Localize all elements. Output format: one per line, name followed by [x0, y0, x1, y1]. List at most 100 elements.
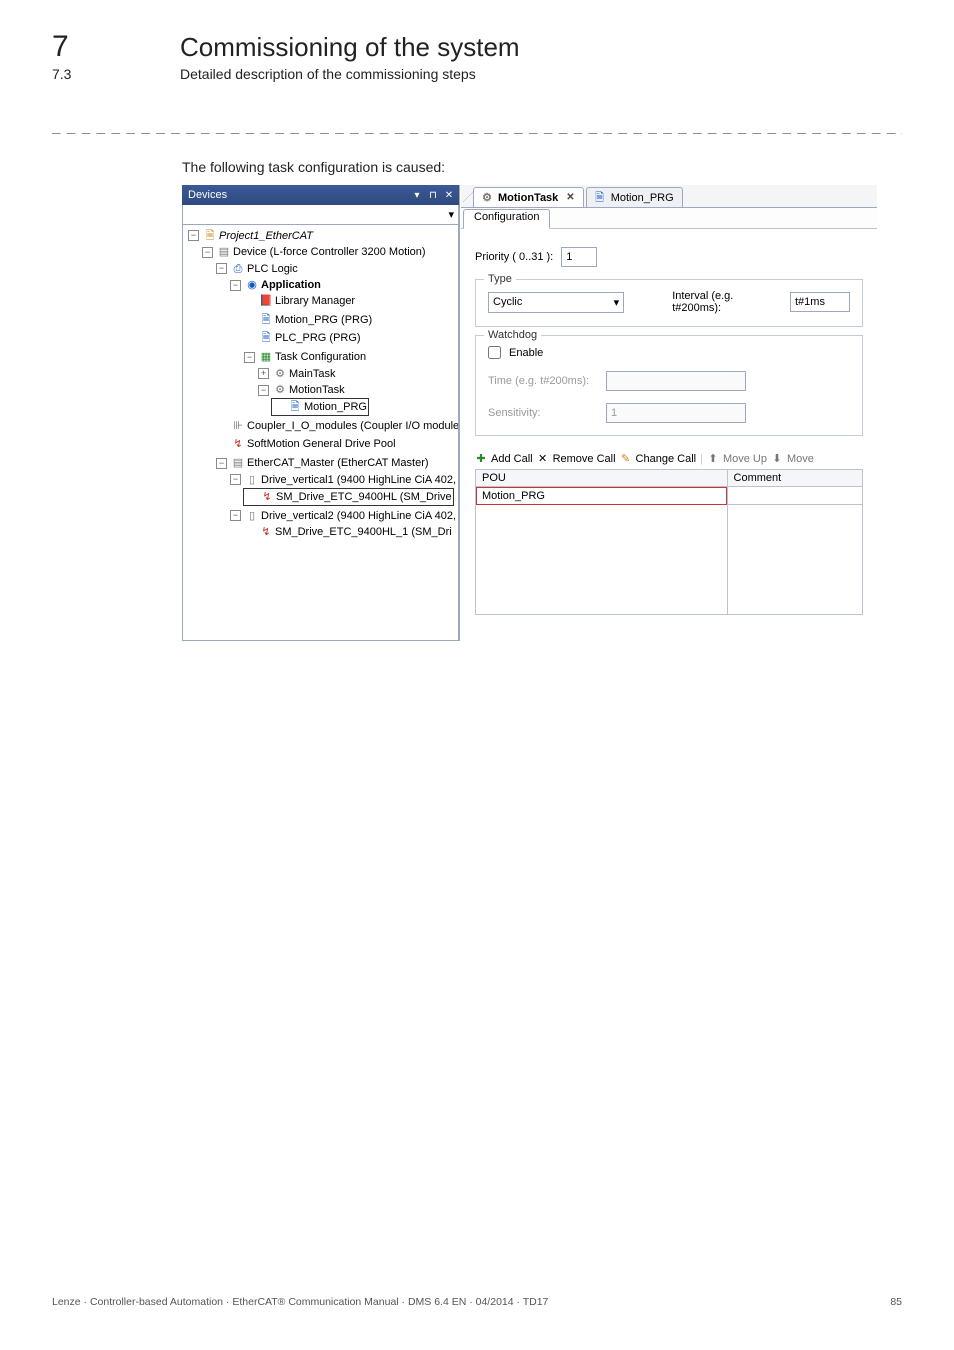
page-footer: Lenze · Controller-based Automation · Et…	[52, 1296, 902, 1308]
devices-panel-title: Devices	[188, 189, 227, 201]
file-tab-strip: ⚙ MotionTask ✕ 🗎 Motion_PRG	[461, 185, 877, 207]
task-icon: ⚙	[480, 191, 494, 205]
chapter-number: 7	[52, 30, 122, 64]
devices-panel: Devices ▾ ⊓ ✕ ▾ −🗎Project1_EtherCAT −▤D	[182, 185, 460, 641]
tab-close-icon[interactable]: ✕	[566, 192, 574, 203]
tree-drive1[interactable]: Drive_vertical1 (9400 HighLine CiA 402,	[261, 472, 456, 488]
device-tree[interactable]: −🗎Project1_EtherCAT −▤Device (L-force Co…	[182, 225, 459, 641]
interval-input[interactable]	[790, 292, 850, 312]
enable-label: Enable	[509, 347, 543, 359]
watchdog-legend: Watchdog	[484, 329, 541, 341]
tree-device[interactable]: Device (L-force Controller 3200 Motion)	[233, 244, 426, 260]
tab-motiontask[interactable]: ⚙ MotionTask ✕	[473, 187, 584, 207]
time-input	[606, 371, 746, 391]
section-number: 7.3	[52, 66, 122, 82]
footer-page-number: 85	[890, 1296, 902, 1308]
type-value: Cyclic	[493, 296, 522, 308]
move-down-button: Move	[787, 453, 814, 465]
tab-motion-prg[interactable]: 🗎 Motion_PRG	[586, 187, 683, 207]
tab-label: Motion_PRG	[611, 192, 674, 204]
tree-motiontask[interactable]: MotionTask	[289, 382, 345, 398]
table-empty-area[interactable]	[476, 505, 863, 615]
cell-pou[interactable]: Motion_PRG	[476, 487, 728, 505]
intro-text: The following task configuration is caus…	[182, 159, 902, 175]
ethercat-icon: ▤	[231, 456, 245, 470]
tree-plc-prg[interactable]: PLC_PRG (PRG)	[275, 330, 361, 346]
move-up-icon: ⬆	[707, 452, 719, 465]
pin-icon[interactable]: ⊓	[427, 190, 439, 201]
close-icon[interactable]: ✕	[443, 190, 455, 201]
coupler-icon: ⊪	[231, 419, 245, 433]
tree-motion-prg[interactable]: Motion_PRG (PRG)	[275, 312, 372, 328]
change-icon: ✎	[620, 452, 632, 465]
change-call-button[interactable]: Change Call	[636, 453, 697, 465]
tree-drive2[interactable]: Drive_vertical2 (9400 HighLine CiA 402,	[261, 508, 456, 524]
application-icon: ◉	[245, 278, 259, 292]
enable-checkbox[interactable]	[488, 346, 501, 359]
task-config-icon: ▦	[259, 350, 273, 364]
move-down-icon: ⬇	[771, 452, 783, 465]
drive-icon: ▯	[245, 473, 259, 487]
devices-panel-header[interactable]: Devices ▾ ⊓ ✕	[182, 185, 459, 205]
pou-icon: 🗎	[259, 313, 273, 327]
separator-line: _ _ _ _ _ _ _ _ _ _ _ _ _ _ _ _ _ _ _ _ …	[52, 118, 902, 135]
add-call-button[interactable]: Add Call	[491, 453, 533, 465]
sub-tab-strip: Configuration	[461, 207, 877, 229]
project-icon: 🗎	[203, 229, 217, 243]
plc-logic-icon: ⎙	[231, 262, 245, 276]
tab-configuration[interactable]: Configuration	[463, 209, 550, 229]
tree-drive1-child[interactable]: SM_Drive_ETC_9400HL (SM_Drive	[276, 489, 452, 505]
combo-chevron-icon: ▾	[448, 208, 454, 221]
project-combo[interactable]: ▾	[182, 205, 459, 225]
tree-softmotion[interactable]: SoftMotion General Drive Pool	[247, 436, 396, 452]
task-icon: ⚙	[273, 383, 287, 397]
sm-drive-icon: ↯	[260, 490, 274, 504]
sm-drive-icon: ↯	[259, 525, 273, 539]
pou-icon: 🗎	[593, 191, 607, 205]
tree-ecat-master[interactable]: EtherCAT_Master (EtherCAT Master)	[247, 455, 429, 471]
task-config-form: Priority ( 0..31 ): Type Cyclic ▾ Interv…	[461, 229, 877, 641]
tree-maintask[interactable]: MainTask	[289, 366, 335, 382]
watchdog-group: Watchdog Enable Time (e.g. t#200ms): Sen…	[475, 335, 863, 436]
editor-panel: ⚙ MotionTask ✕ 🗎 Motion_PRG Configuratio…	[460, 185, 877, 641]
type-legend: Type	[484, 273, 516, 285]
tab-label: MotionTask	[498, 192, 558, 204]
priority-input[interactable]	[561, 247, 597, 267]
move-up-button: Move Up	[723, 453, 767, 465]
call-icon: 🗎	[288, 400, 302, 414]
tree-application[interactable]: Application	[261, 277, 321, 293]
dropdown-icon[interactable]: ▾	[411, 190, 423, 201]
ide-screenshot: Devices ▾ ⊓ ✕ ▾ −🗎Project1_EtherCAT −▤D	[182, 185, 877, 641]
table-header-row: POU Comment	[476, 470, 863, 487]
table-row[interactable]: Motion_PRG	[476, 487, 863, 505]
chapter-title: Commissioning of the system	[180, 32, 520, 63]
task-icon: ⚙	[273, 367, 287, 381]
device-icon: ▤	[217, 245, 231, 259]
remove-icon: ✕	[537, 452, 549, 465]
remove-call-button[interactable]: Remove Call	[553, 453, 616, 465]
pou-icon: 🗎	[259, 331, 273, 345]
type-select[interactable]: Cyclic ▾	[488, 292, 624, 313]
tree-library-manager[interactable]: Library Manager	[275, 293, 355, 309]
col-comment[interactable]: Comment	[727, 470, 862, 487]
call-toolbar: ✚ Add Call ✕ Remove Call ✎ Change Call |…	[475, 452, 863, 465]
cell-comment[interactable]	[727, 487, 862, 505]
drive-icon: ▯	[245, 509, 259, 523]
tree-project[interactable]: Project1_EtherCAT	[219, 228, 313, 244]
softmotion-icon: ↯	[231, 437, 245, 451]
tree-coupler[interactable]: Coupler_I_O_modules (Coupler I/O modules…	[247, 418, 459, 434]
section-header: 7.3 Detailed description of the commissi…	[52, 66, 902, 82]
tree-drive2-child[interactable]: SM_Drive_ETC_9400HL_1 (SM_Dri	[275, 524, 452, 540]
col-pou[interactable]: POU	[476, 470, 728, 487]
interval-label: Interval (e.g. t#200ms):	[672, 290, 782, 314]
tree-task-config[interactable]: Task Configuration	[275, 349, 366, 365]
add-icon: ✚	[475, 452, 487, 465]
tree-plc-logic[interactable]: PLC Logic	[247, 261, 298, 277]
tree-motiontask-child[interactable]: Motion_PRG	[304, 399, 367, 415]
sensitivity-label: Sensitivity:	[488, 407, 598, 419]
chevron-down-icon: ▾	[614, 296, 620, 309]
chapter-header: 7 Commissioning of the system	[52, 30, 902, 64]
library-icon: 📕	[259, 294, 273, 308]
priority-label: Priority ( 0..31 ):	[475, 251, 553, 263]
call-table[interactable]: POU Comment Motion_PRG	[475, 469, 863, 615]
